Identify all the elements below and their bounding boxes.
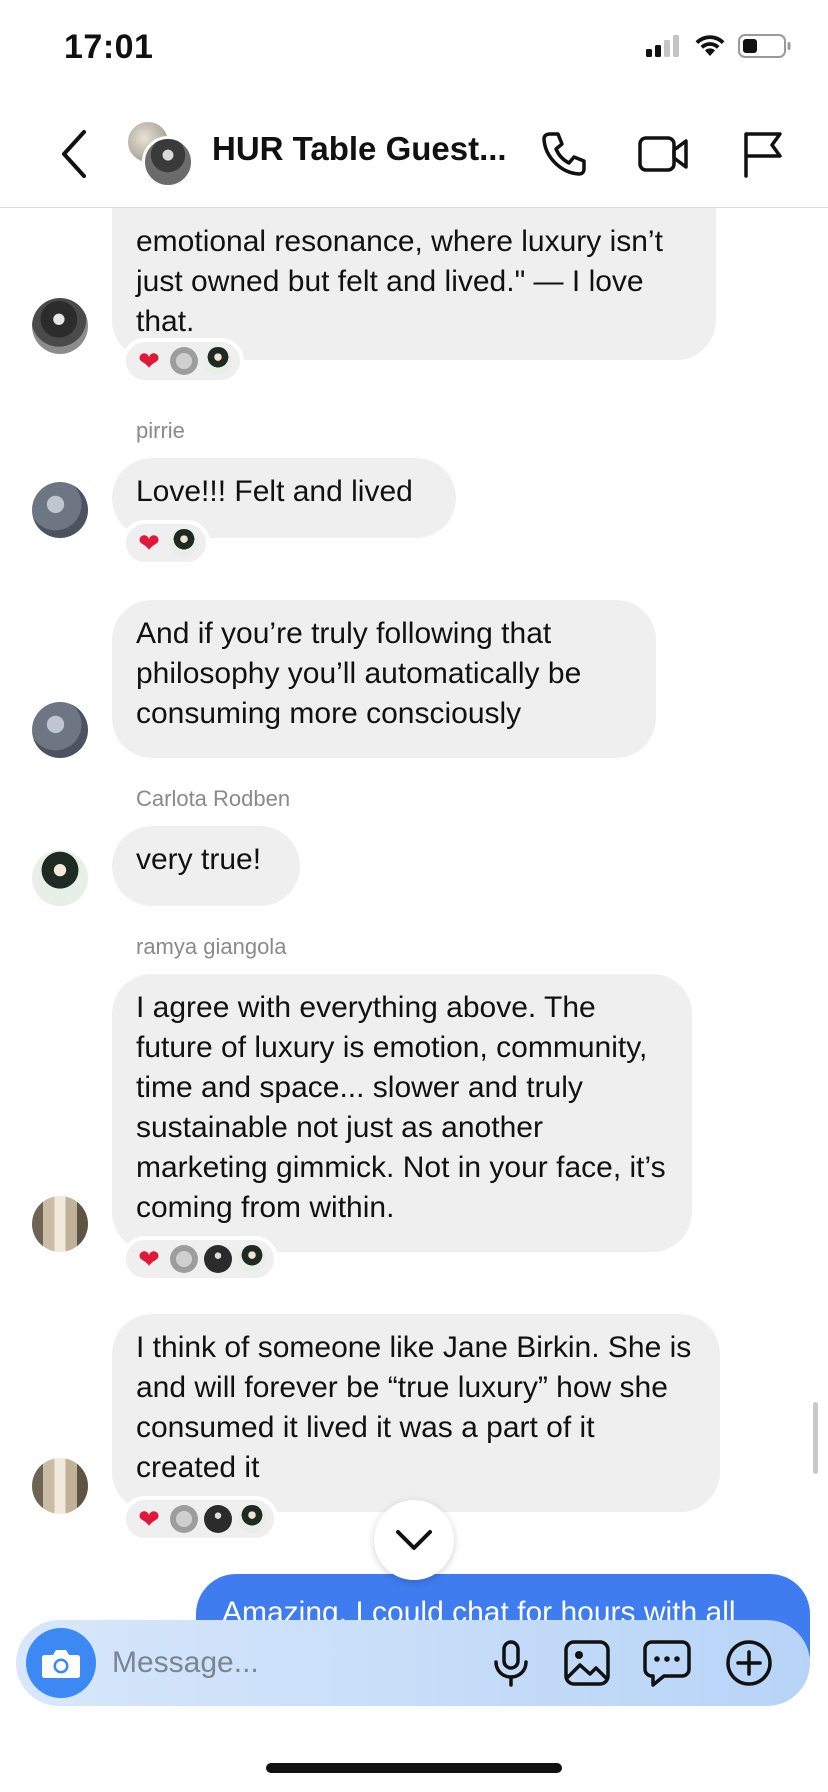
home-indicator[interactable] bbox=[266, 1763, 562, 1773]
reactor-avatar bbox=[238, 1505, 266, 1533]
chat-bubble-icon[interactable] bbox=[638, 1634, 696, 1692]
camera-icon bbox=[42, 1650, 80, 1678]
phone-icon[interactable] bbox=[536, 126, 592, 182]
sender-name: ramya giangola bbox=[136, 934, 287, 959]
message-input[interactable] bbox=[112, 1640, 472, 1686]
chat-header: HUR Table Guest... bbox=[0, 100, 828, 208]
heart-reaction-icon: ❤ bbox=[138, 1504, 160, 1534]
status-time: 17:01 bbox=[64, 28, 154, 66]
message-thread[interactable]: emotional resonance, where luxury isn’t … bbox=[0, 208, 828, 1608]
message-bubble[interactable]: very true! bbox=[112, 826, 300, 906]
group-avatar-member bbox=[142, 136, 194, 188]
message-bubble[interactable]: And if you’re truly following that philo… bbox=[112, 600, 656, 758]
message-composer bbox=[16, 1620, 810, 1706]
add-icon[interactable] bbox=[720, 1634, 778, 1692]
message-bubble[interactable]: I think of someone like Jane Birkin. She… bbox=[112, 1314, 720, 1512]
gallery-icon[interactable] bbox=[558, 1634, 616, 1692]
reactor-avatar bbox=[238, 1245, 266, 1273]
battery-icon bbox=[738, 34, 791, 58]
reactor-avatar bbox=[204, 347, 232, 375]
status-icons bbox=[646, 34, 792, 58]
video-icon[interactable] bbox=[636, 126, 692, 182]
microphone-icon[interactable] bbox=[482, 1634, 540, 1692]
flag-icon[interactable] bbox=[734, 126, 790, 182]
heart-reaction-icon: ❤ bbox=[138, 346, 160, 376]
sender-avatar[interactable] bbox=[32, 702, 88, 758]
wifi-icon bbox=[695, 35, 725, 56]
reactor-avatar bbox=[170, 1245, 198, 1273]
reactor-avatar bbox=[170, 1505, 198, 1533]
sender-name: Carlota Rodben bbox=[136, 786, 291, 811]
heart-reaction-icon: ❤ bbox=[138, 1244, 160, 1274]
message-reactions[interactable]: ❤ bbox=[122, 1496, 278, 1542]
chevron-down-icon bbox=[396, 1530, 432, 1550]
message-reactions[interactable]: ❤ bbox=[122, 1236, 278, 1282]
reactor-avatar bbox=[170, 529, 198, 557]
reactor-avatar bbox=[204, 1505, 232, 1533]
sender-avatar[interactable] bbox=[32, 482, 88, 538]
sender-avatar[interactable] bbox=[32, 1196, 88, 1252]
camera-button[interactable] bbox=[26, 1628, 96, 1698]
sender-avatar[interactable] bbox=[32, 850, 88, 906]
reactor-avatar bbox=[170, 347, 198, 375]
message-reactions[interactable]: ❤ bbox=[122, 520, 210, 566]
status-bar: 17:01 bbox=[0, 0, 828, 100]
heart-reaction-icon: ❤ bbox=[138, 528, 160, 558]
sender-name: pirrie bbox=[136, 418, 185, 443]
message-reactions[interactable]: ❤ bbox=[122, 338, 244, 384]
group-avatar[interactable] bbox=[126, 120, 194, 188]
sender-avatar[interactable] bbox=[32, 298, 88, 354]
reactor-avatar bbox=[204, 1245, 232, 1273]
back-icon[interactable] bbox=[52, 124, 96, 184]
cellular-signal-icon bbox=[646, 35, 679, 57]
scroll-to-bottom-button[interactable] bbox=[374, 1500, 454, 1580]
message-bubble[interactable]: I agree with everything above. The futur… bbox=[112, 974, 692, 1252]
chat-title[interactable]: HUR Table Guest... bbox=[212, 130, 507, 168]
scrollbar-thumb[interactable] bbox=[813, 1402, 818, 1474]
sender-avatar[interactable] bbox=[32, 1458, 88, 1514]
